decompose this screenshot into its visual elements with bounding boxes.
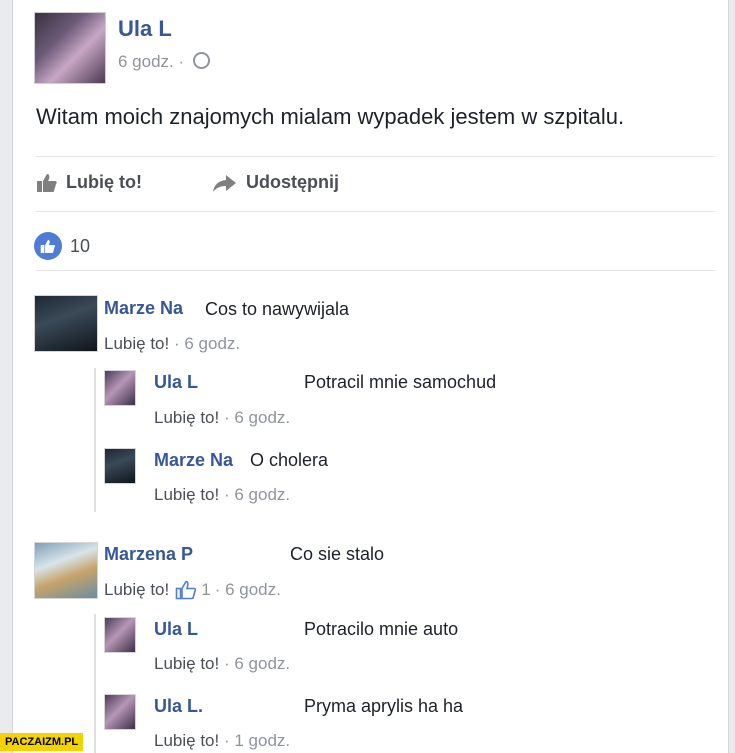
comment-text: Co sie stalo bbox=[290, 544, 385, 564]
reply-time[interactable]: · 6 godz. bbox=[224, 485, 290, 504]
divider bbox=[36, 270, 715, 271]
reply-text: Potracilo mnie auto bbox=[304, 619, 459, 639]
reply-author[interactable]: Marze Na bbox=[154, 450, 233, 471]
reply-avatar[interactable] bbox=[104, 617, 136, 653]
post-timestamp[interactable]: 6 godz. · bbox=[118, 52, 210, 72]
comment-time[interactable]: · 6 godz. bbox=[174, 334, 240, 353]
comment-meta: Lubię to! · 6 godz. bbox=[104, 334, 240, 354]
share-button[interactable]: Udostępnij bbox=[212, 172, 339, 193]
comment-avatar[interactable] bbox=[34, 295, 98, 352]
comment-meta: Lubię to! 1 · 6 godz. bbox=[104, 580, 281, 600]
share-label: Udostępnij bbox=[246, 172, 339, 192]
reply-author[interactable]: Ula L. bbox=[154, 696, 203, 717]
reply-thread-line bbox=[94, 368, 96, 512]
reply-like-link[interactable]: Lubię to! bbox=[154, 731, 219, 750]
reaction-summary[interactable]: 10 bbox=[34, 232, 90, 260]
reply-text: Pryma aprylis ha ha bbox=[304, 696, 464, 716]
comment-like-link[interactable]: Lubię to! bbox=[104, 580, 169, 600]
reply-time[interactable]: · 6 godz. bbox=[224, 654, 290, 673]
reply-meta: Lubię to! · 6 godz. bbox=[154, 654, 290, 674]
reply-meta: Lubię to! · 6 godz. bbox=[154, 485, 290, 505]
comment-time[interactable]: · 6 godz. bbox=[215, 580, 281, 600]
comment-author[interactable]: Marzena P bbox=[104, 544, 193, 565]
reply-time[interactable]: · 1 godz. bbox=[224, 731, 290, 750]
divider bbox=[36, 156, 715, 157]
share-arrow-icon bbox=[213, 174, 236, 192]
like-label: Lubię to! bbox=[66, 172, 142, 192]
post-time[interactable]: 6 godz. · bbox=[118, 52, 184, 71]
reply-avatar[interactable] bbox=[104, 694, 136, 730]
globe-icon bbox=[192, 52, 210, 69]
like-reaction-icon bbox=[34, 232, 62, 260]
thumbs-up-icon bbox=[37, 173, 57, 192]
reply-like-link[interactable]: Lubię to! bbox=[154, 654, 219, 673]
post-author-name[interactable]: Ula L bbox=[118, 16, 172, 42]
reply-avatar[interactable] bbox=[104, 370, 136, 406]
post-text: Witam moich znajomych mialam wypadek jes… bbox=[36, 104, 625, 129]
reply-meta: Lubię to! · 1 godz. bbox=[154, 731, 290, 751]
watermark-badge: PACZAIZM.PL bbox=[0, 733, 84, 751]
reply-avatar[interactable] bbox=[104, 448, 136, 484]
page-frame-left bbox=[0, 0, 13, 753]
page-frame-right bbox=[728, 0, 735, 753]
divider bbox=[36, 211, 715, 212]
reply-time[interactable]: · 6 godz. bbox=[224, 408, 290, 427]
reply-text: Potracil mnie samochud bbox=[304, 372, 497, 392]
like-button[interactable]: Lubię to! bbox=[36, 172, 142, 193]
comment-avatar[interactable] bbox=[34, 542, 98, 599]
thumbs-up-outline-icon bbox=[175, 580, 197, 600]
post-author-avatar[interactable] bbox=[34, 12, 106, 84]
comment-text: Cos to nawywijala bbox=[205, 299, 350, 319]
reply-thread-line bbox=[94, 614, 96, 753]
reply-meta: Lubię to! · 6 godz. bbox=[154, 408, 290, 428]
comment-like-count[interactable]: 1 bbox=[201, 580, 210, 600]
reply-author[interactable]: Ula L bbox=[154, 372, 198, 393]
comment-author[interactable]: Marze Na bbox=[104, 298, 183, 319]
reply-like-link[interactable]: Lubię to! bbox=[154, 485, 219, 504]
comment-like-link[interactable]: Lubię to! bbox=[104, 334, 169, 353]
reply-like-link[interactable]: Lubię to! bbox=[154, 408, 219, 427]
reaction-count: 10 bbox=[70, 235, 91, 256]
reply-author[interactable]: Ula L bbox=[154, 619, 198, 640]
reply-text: O cholera bbox=[250, 450, 329, 470]
